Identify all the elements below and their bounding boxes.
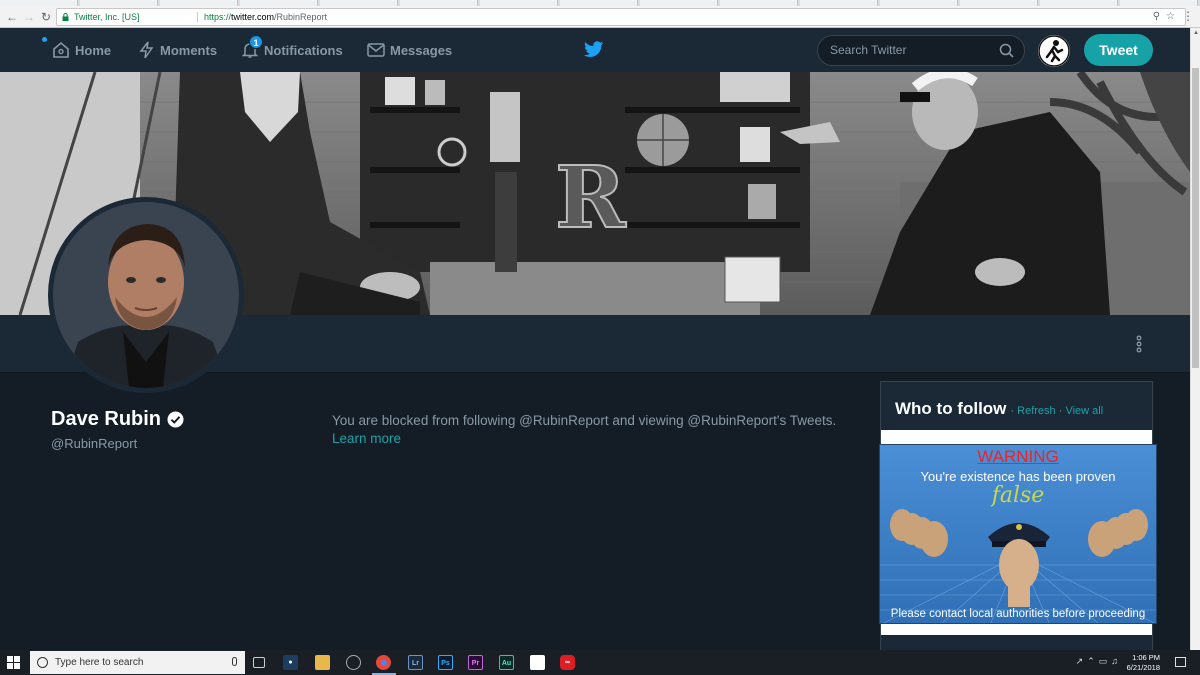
more-options-icon[interactable] xyxy=(1134,335,1144,353)
nav-home[interactable]: Home xyxy=(52,28,111,72)
steam-icon[interactable]: ● xyxy=(283,655,298,670)
lightroom-icon[interactable]: Lr xyxy=(408,655,423,670)
file-explorer-icon[interactable] xyxy=(315,655,330,670)
app-circle-icon[interactable] xyxy=(346,655,361,670)
creative-cloud-icon[interactable]: ∞ xyxy=(560,655,575,670)
warning-meme-overlay: WARNING You're existence has been proven… xyxy=(879,444,1157,624)
nav-moments[interactable]: Moments xyxy=(139,28,217,72)
separator-dot: · xyxy=(1058,405,1063,417)
address-bar[interactable]: Twitter, Inc. [US] https://twitter.com/R… xyxy=(56,8,1186,26)
search-input[interactable]: Search Twitter xyxy=(817,35,1025,66)
who-to-follow-header: Who to follow · Refresh · View all xyxy=(895,399,1103,419)
twitter-bird-icon[interactable] xyxy=(584,41,604,58)
nav-notifications-label: Notifications xyxy=(264,42,343,58)
learn-more-link[interactable]: Learn more xyxy=(332,431,401,446)
forward-arrow-icon[interactable]: → xyxy=(21,9,37,25)
nav-moments-label: Moments xyxy=(160,42,218,58)
profile-avatar-image xyxy=(53,202,239,388)
separator-dot: · xyxy=(1010,405,1015,417)
view-all-link[interactable]: View all xyxy=(1065,405,1103,417)
warning-line: You're existence has been proven xyxy=(920,469,1116,484)
photoshop-icon[interactable]: Ps xyxy=(438,655,453,670)
browser-menu-icon[interactable]: ⋮ xyxy=(1182,9,1194,23)
clock-time: 1:06 PM xyxy=(1132,653,1160,662)
nav-messages-label: Messages xyxy=(390,42,453,58)
audition-icon[interactable]: Au xyxy=(499,655,514,670)
taskbar-search-placeholder: Type here to search xyxy=(55,657,144,668)
system-tray-icons[interactable]: ↗⌃▭♫ xyxy=(1076,656,1122,667)
warning-false-word: false xyxy=(991,483,1045,508)
who-to-follow-title: Who to follow xyxy=(895,399,1007,418)
blocked-text: You are blocked from following @RubinRep… xyxy=(332,413,837,428)
microphone-icon[interactable] xyxy=(232,657,237,666)
scroll-up-icon[interactable]: ▲ xyxy=(1193,30,1199,36)
nav-notifications[interactable]: Notifications 1 xyxy=(241,28,343,72)
tweet-button[interactable]: Tweet xyxy=(1084,34,1153,66)
home-new-dot xyxy=(42,37,47,42)
url-scheme: https:// xyxy=(204,12,232,22)
lock-icon xyxy=(62,13,69,21)
warning-footer: Please contact local authorities before … xyxy=(890,608,1146,620)
task-view-icon[interactable] xyxy=(253,657,265,668)
user-avatar-image xyxy=(1038,35,1070,67)
reload-icon[interactable]: ↻ xyxy=(38,9,54,25)
page-scrollbar[interactable]: ▲ xyxy=(1190,28,1200,650)
premiere-icon[interactable]: Pr xyxy=(468,655,483,670)
chrome-icon[interactable] xyxy=(376,655,391,670)
svg-text:R: R xyxy=(555,148,627,248)
warning-title: WARNING xyxy=(977,447,1059,466)
who-to-follow-actions: · Refresh · View all xyxy=(1010,405,1103,417)
back-arrow-icon[interactable]: ← xyxy=(4,9,20,25)
action-center-icon[interactable] xyxy=(1175,657,1186,667)
twitter-nav: Home Moments Notifications 1 Messages Se… xyxy=(0,28,1190,72)
home-icon xyxy=(53,41,69,58)
user-avatar[interactable] xyxy=(1038,35,1070,67)
notifications-badge: 1 xyxy=(249,35,263,49)
lightning-icon xyxy=(139,41,154,59)
verified-badge-icon xyxy=(167,411,184,428)
scroll-thumb[interactable] xyxy=(1192,68,1199,368)
windows-taskbar: Type here to search ● Lr Ps Pr Au ∞ ↗⌃▭♫… xyxy=(0,650,1200,675)
clock[interactable]: 1:06 PM 6/21/2018 xyxy=(1127,653,1160,673)
blocked-message: You are blocked from following @RubinRep… xyxy=(332,412,862,448)
url-host: twitter.com xyxy=(231,12,275,22)
browser-toolbar: ← → ↻ Twitter, Inc. [US] https://twitter… xyxy=(0,6,1200,28)
refresh-link[interactable]: Refresh xyxy=(1017,405,1056,417)
nav-home-label: Home xyxy=(75,42,112,58)
search-icon[interactable] xyxy=(999,43,1014,58)
profile-name-text: Dave Rubin xyxy=(51,408,162,430)
secure-label: Twitter, Inc. [US] xyxy=(74,12,140,22)
url-path: /RubinReport xyxy=(274,12,328,22)
address-separator xyxy=(197,12,198,22)
nav-messages[interactable]: Messages xyxy=(367,28,452,72)
zoom-star-icons[interactable]: ⚲☆ xyxy=(1153,9,1181,25)
windows-start-icon[interactable] xyxy=(7,656,20,669)
profile-handle: @RubinReport xyxy=(51,436,138,451)
envelope-icon xyxy=(367,43,385,57)
sticky-notes-icon[interactable] xyxy=(530,655,545,670)
taskbar-search-input[interactable]: Type here to search xyxy=(30,651,245,674)
url-text: https://twitter.com/RubinReport xyxy=(204,9,327,25)
clock-date: 6/21/2018 xyxy=(1126,663,1160,672)
profile-avatar[interactable] xyxy=(48,197,244,393)
profile-name: Dave Rubin xyxy=(51,408,184,431)
cortana-icon xyxy=(37,657,48,668)
search-placeholder: Search Twitter xyxy=(830,43,907,57)
